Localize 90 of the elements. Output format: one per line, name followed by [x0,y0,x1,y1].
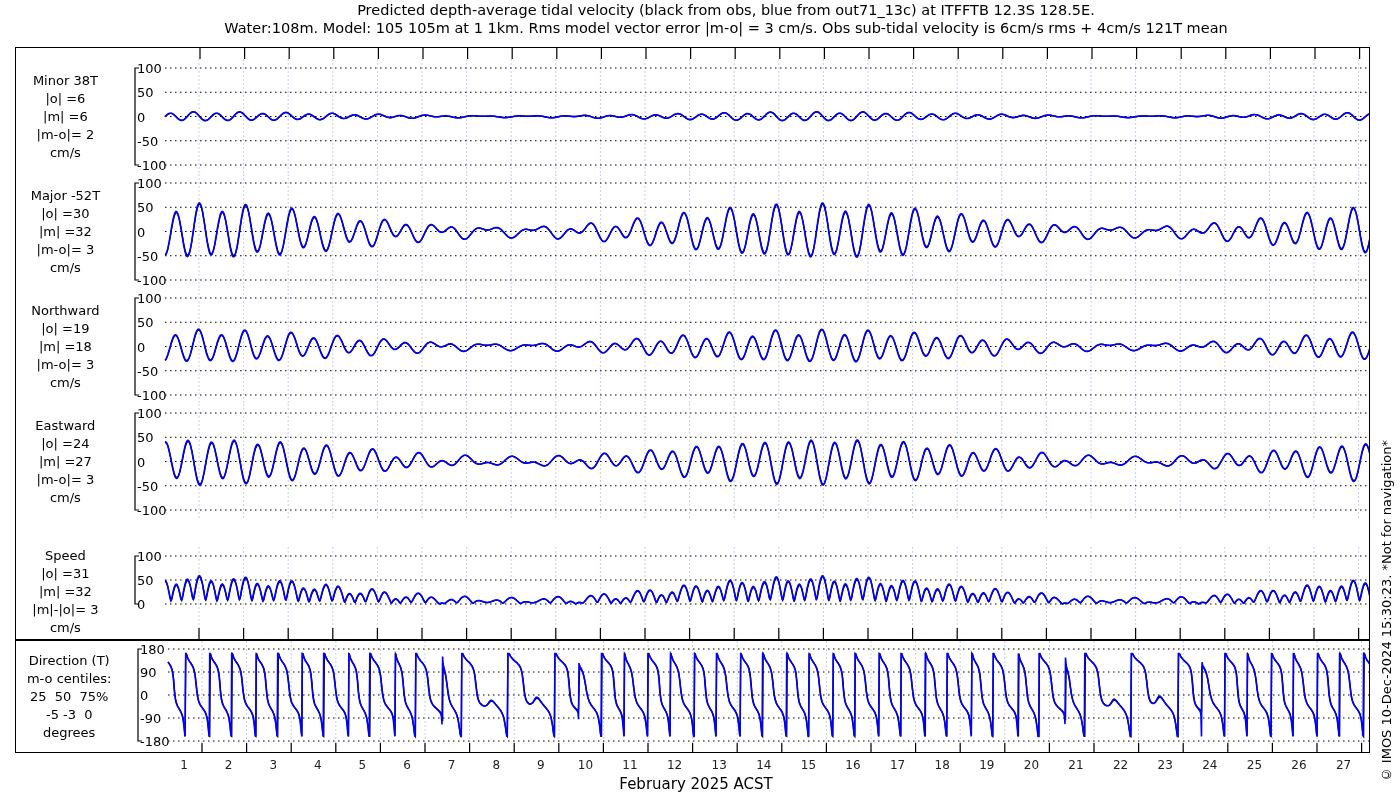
x-tick-label: 13 [711,758,727,772]
y-tick-label: -100 [136,388,167,403]
panel-label: cm/s [49,143,81,162]
panel-label: |o| =31 [41,565,90,583]
y-tick-label: 0 [140,688,149,703]
panel-label: cm/s [49,258,81,277]
x-tick-label: 18 [934,758,950,772]
panel-label: |m| =32 [38,583,92,601]
y-tick-label: -100 [136,158,167,173]
y-tick-label: -50 [136,478,158,494]
y-tick-label: 100 [136,176,162,191]
y-tick-label: 180 [140,642,166,657]
x-tick-label: 2 [224,758,233,772]
x-tick-label: 7 [447,758,456,772]
panel-label: Eastward [35,416,96,435]
y-tick-label: -50 [136,363,158,379]
panel-label: |m-o|= 3 [36,355,95,374]
panel-label: |m| =32 [38,222,92,241]
panel-label: m-o centiles: [26,669,112,688]
x-tick-label: 21 [1068,758,1084,772]
x-tick-label: 12 [666,758,683,772]
x-tick-label: 9 [537,758,545,772]
panel-label: 25 50 75% [29,687,109,706]
panel-label: |m| =27 [38,452,92,471]
panel-label: cm/s [49,619,81,637]
panel-label: Direction (T) [28,651,110,670]
y-tick-label: 0 [136,454,146,470]
y-tick-label: 0 [136,224,146,240]
x-tick-label: 4 [314,758,322,772]
x-tick-label: 11 [622,758,638,772]
y-tick-label: 100 [136,549,162,564]
x-tick-label: 23 [1157,758,1173,772]
y-tick-label: 0 [136,339,146,355]
y-tick-label: 0 [136,109,146,125]
x-tick-label: 17 [889,758,906,772]
panel-label: |m| =18 [38,337,92,356]
y-tick-label: 50 [136,573,154,588]
y-tick-label: 90 [140,665,157,680]
panel-label: |o| =24 [41,434,90,453]
y-tick-label: 50 [136,315,154,331]
y-axis [134,555,140,605]
x-tick-label: 14 [756,758,772,772]
panel-label: |o| =30 [41,204,90,223]
plot-title: Predicted depth-average tidal velocity (black from obs, blue from out71_13c) at ITFFTB 12.3S 128.5E. [357,1,1095,19]
x-tick-label: 10 [577,758,594,772]
x-tick-label: 27 [1335,758,1352,772]
y-tick-label: 0 [136,597,146,612]
y-tick-label: 100 [136,61,162,76]
panel-label: |o| =6 [45,89,86,108]
y-tick-label: 50 [136,85,154,101]
y-tick-label: 50 [136,200,154,216]
x-tick-label: 16 [845,758,861,772]
x-tick-label: 22 [1112,758,1129,772]
panel-label: -5 -3 0 [45,705,93,724]
x-tick-label: 20 [1023,758,1040,772]
copyright-note: © IMOS 10-Dec-2024 15:30:23. *Not for navigation* [1378,439,1394,782]
x-tick-label: 25 [1246,758,1263,772]
x-tick-label: 19 [979,758,995,772]
x-tick-label: 5 [358,758,367,772]
panel-label: Northward [31,301,100,320]
panel-label: |o| =19 [41,319,90,338]
panel-label: |m-o|= 3 [36,240,95,259]
panel-label: |m-o|= 3 [36,470,95,489]
x-tick-label: 24 [1202,758,1218,772]
plot-title: Water:108m. Model: 105 105m at 1 1km. Rms model vector error |m-o| = 3 cm/s. Obs sub-tidal velocity is 6cm/s rms + 4cm/s 121T mean [224,19,1228,37]
panel-label: |m| =6 [43,107,88,126]
panel-label: degrees [43,723,96,742]
x-tick-label: 15 [800,758,817,772]
y-tick-label: -50 [136,248,158,264]
panel-label: Minor 38T [32,71,98,90]
y-tick-label: -100 [136,273,167,288]
y-tick-label: 100 [136,291,162,306]
panel-label: cm/s [49,488,81,507]
y-tick-label: 50 [136,430,154,446]
y-tick-label: -100 [136,503,167,518]
panel-label: |m-o|= 2 [36,125,95,144]
x-tick-label: 6 [403,758,411,772]
x-axis-label: February 2025 ACST [618,775,773,793]
panel-label: cm/s [49,373,81,392]
y-tick-label: -50 [136,133,158,149]
x-tick-label: 8 [492,758,500,772]
panel-label: Major -52T [30,186,101,205]
x-tick-label: 3 [269,758,277,772]
x-tick-label: 26 [1291,758,1307,772]
y-tick-label: -180 [140,734,170,749]
x-tick-label: 1 [180,758,188,772]
y-tick-label: -90 [140,711,162,726]
panel-label: Speed [45,547,86,565]
panel-label: |m|-|o|= 3 [32,601,99,619]
y-tick-label: 100 [136,406,162,421]
